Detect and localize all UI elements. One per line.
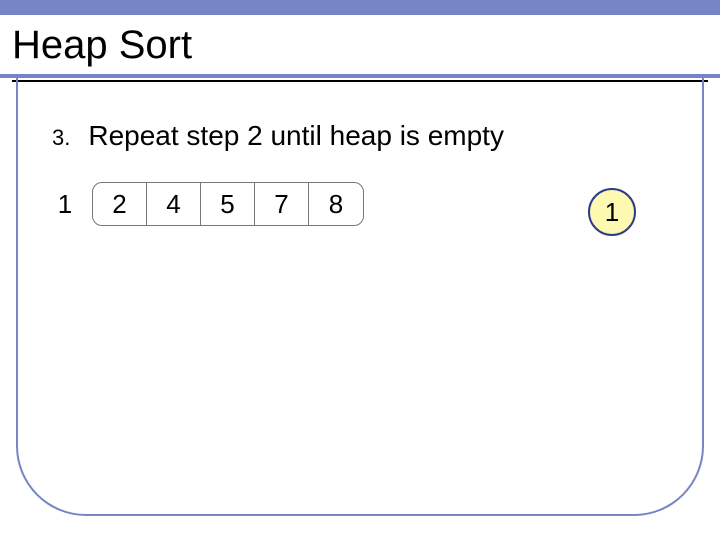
top-accent-bar — [0, 0, 720, 15]
array-cell: 8 — [309, 183, 363, 225]
array-boxed-cells: 2 4 5 7 8 — [92, 182, 364, 226]
slide-title: Heap Sort — [12, 23, 708, 68]
array-cell: 2 — [93, 183, 147, 225]
step-number: 3. — [52, 125, 70, 151]
array-cell: 7 — [255, 183, 309, 225]
step-line: 3. Repeat step 2 until heap is empty — [52, 120, 692, 152]
title-area: Heap Sort — [0, 15, 720, 78]
array-cell: 5 — [201, 183, 255, 225]
array-cell: 4 — [147, 183, 201, 225]
step-text: Repeat step 2 until heap is empty — [88, 120, 504, 152]
array-leading-cell: 1 — [38, 182, 92, 226]
heap-node: 1 — [588, 188, 636, 236]
